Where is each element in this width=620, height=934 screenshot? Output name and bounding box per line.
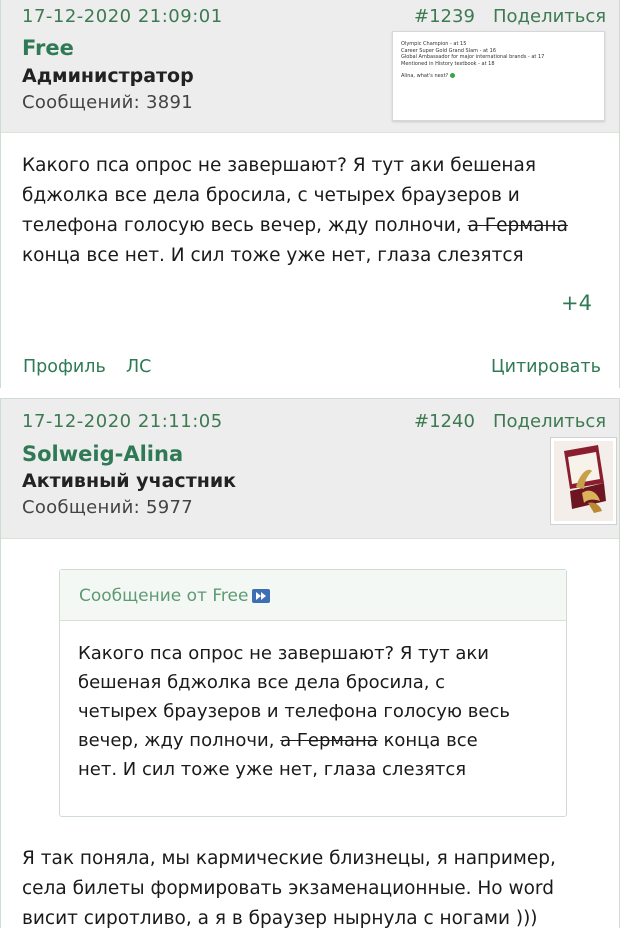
post-text-line: села билеты формировать экзаменационные.…: [22, 878, 554, 899]
post-1240: 17-12-2020 21:11:05 #1240 Поделиться Sol…: [0, 398, 620, 929]
post-header: 17-12-2020 21:09:01 #1239 Поделиться Fre…: [1, 0, 619, 133]
username-link[interactable]: Solweig-Alina: [22, 442, 183, 466]
post-text-line: Я так поняла, мы кармические близнецы, я…: [22, 848, 556, 869]
post-date: 17-12-2020 21:11:05: [22, 411, 223, 432]
share-link[interactable]: Поделиться: [493, 411, 606, 432]
reaction-count[interactable]: +4: [561, 291, 592, 315]
post-number-link[interactable]: #1239: [414, 6, 475, 27]
post-header: 17-12-2020 21:11:05 #1240 Поделиться Sol…: [1, 399, 619, 539]
avatar: Olympic Champion - at 15 Career Super Go…: [392, 31, 605, 121]
post-text-line: бджолка все дела бросила, с четырех брау…: [22, 185, 520, 206]
jump-to-post-icon[interactable]: [252, 589, 271, 603]
quote-text-line: вечер, жду полночи, а Германа конца все: [78, 730, 478, 751]
quote-text-line: четырех браузеров и телефона голосую вес…: [78, 701, 510, 722]
quote-text: Какого пса опрос не завершают? Я тут аки…: [78, 639, 548, 784]
quote-text-line: нет. И сил тоже уже нет, глаза слезятся: [78, 759, 467, 780]
avatar: [550, 437, 617, 525]
green-circle-icon: [450, 73, 456, 78]
strikethrough-text: а Германа: [280, 730, 378, 751]
quote-header: Сообщение от Free: [60, 570, 566, 621]
post-text-line: Какого пса опрос не завершают? Я тут аки…: [22, 155, 536, 176]
quote-block: Сообщение от Free Какого пса опрос не за…: [59, 569, 567, 817]
message-count: Сообщений: 3891: [22, 92, 193, 113]
post-1239: 17-12-2020 21:09:01 #1239 Поделиться Fre…: [0, 0, 620, 388]
post-body: Какого пса опрос не завершают? Я тут аки…: [22, 151, 600, 271]
post-body: Я так поняла, мы кармические близнецы, я…: [22, 844, 600, 934]
post-date: 17-12-2020 21:09:01: [22, 6, 223, 27]
username-link[interactable]: Free: [22, 36, 74, 60]
message-count: Сообщений: 5977: [22, 497, 193, 518]
strikethrough-text: а Германа: [467, 215, 568, 236]
avatar-image: [554, 441, 613, 521]
user-role: Активный участник: [22, 470, 237, 492]
private-message-link[interactable]: ЛС: [126, 357, 151, 377]
quote-text-line: Какого пса опрос не завершают? Я тут аки: [78, 643, 490, 664]
share-link[interactable]: Поделиться: [493, 6, 606, 27]
quote-text-line: бешеная бджолка все дела бросила, с: [78, 672, 446, 693]
post-text-line: висит сиротливо, а я в браузер нырнула с…: [22, 908, 538, 929]
quote-author: Сообщение от Free: [79, 586, 271, 606]
profile-link[interactable]: Профиль: [23, 357, 106, 377]
post-number-link[interactable]: #1240: [414, 411, 475, 432]
post-text-line: телефона голосую весь вечер, жду полночи…: [22, 215, 568, 236]
quote-link[interactable]: Цитировать: [491, 357, 601, 377]
user-role: Администратор: [22, 65, 194, 87]
post-text-line: конца все нет. И сил тоже уже нет, глаза…: [22, 245, 524, 266]
avatar-text-line: Alina, what's next?: [401, 73, 449, 79]
